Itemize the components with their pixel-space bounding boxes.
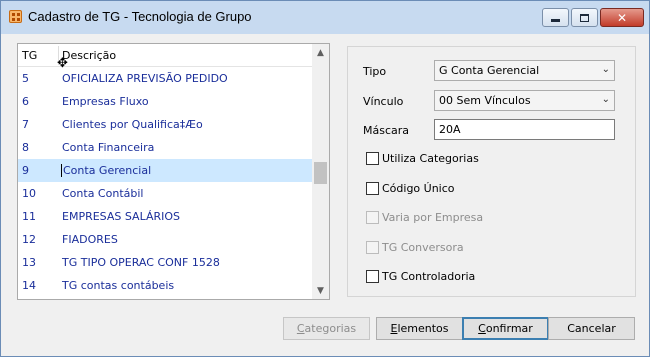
row-descricao-cell: Conta Financeira xyxy=(62,141,155,154)
tipo-label: Tipo xyxy=(363,65,387,78)
row-descricao-cell: Empresas Fluxo xyxy=(62,95,149,108)
categorias-accel: C xyxy=(296,322,305,335)
checkbox-box[interactable] xyxy=(366,270,379,283)
tipo-select[interactable]: G Conta Gerencial ⌄ xyxy=(434,60,615,81)
cancelar-label: Cancelar xyxy=(567,322,616,335)
checkbox-label: TG Conversora xyxy=(382,240,464,254)
categorias-button[interactable]: Categorias xyxy=(283,317,370,340)
checkbox-box[interactable] xyxy=(366,181,379,195)
chevron-down-icon: ⌄ xyxy=(601,64,610,75)
mascara-label: Máscara xyxy=(363,124,410,137)
row-tg-cell: 12 xyxy=(22,233,36,246)
maximize-icon xyxy=(580,13,589,22)
confirmar-label: onfirmar xyxy=(485,322,533,335)
row-descricao-cell: TG TIPO OPERAC CONF 1528 xyxy=(62,256,220,269)
dialog-window: Cadastro de TG - Tecnologia de Grupo ✕ T… xyxy=(0,0,650,357)
mascara-input[interactable]: 20A xyxy=(434,119,615,140)
vinculo-label: Vínculo xyxy=(363,95,404,108)
row-tg-cell: 9 xyxy=(22,164,29,177)
table-row[interactable]: 11 EMPRESAS SALÁRIOS xyxy=(18,205,312,228)
title-bar[interactable]: Cadastro de TG - Tecnologia de Grupo ✕ xyxy=(1,1,649,34)
row-descricao-cell: Conta Gerencial xyxy=(61,164,152,177)
checkbox-1[interactable]: Código Único xyxy=(366,181,455,195)
elementos-button[interactable]: Elementos xyxy=(376,317,463,340)
vinculo-select[interactable]: 00 Sem Vínculos ⌄ xyxy=(434,90,615,111)
close-button[interactable]: ✕ xyxy=(600,8,644,27)
table-row[interactable]: 14 TG contas contábeis xyxy=(18,274,312,297)
mascara-value: 20A xyxy=(439,123,461,136)
elementos-accel: E xyxy=(390,322,398,335)
close-icon: ✕ xyxy=(616,10,628,25)
row-tg-cell: 7 xyxy=(22,118,29,131)
table-row[interactable]: 13 TG TIPO OPERAC CONF 1528 xyxy=(18,251,312,274)
window-title: Cadastro de TG - Tecnologia de Grupo xyxy=(28,9,252,24)
list-header: TG Descrição ✥ xyxy=(18,44,312,71)
confirmar-accel: C xyxy=(478,322,486,335)
scroll-up-icon[interactable]: ▲ xyxy=(312,44,329,61)
table-row[interactable]: 6 Empresas Fluxo xyxy=(18,90,312,113)
row-tg-cell: 8 xyxy=(22,141,29,154)
checkbox-label: Código Único xyxy=(382,181,455,195)
scroll-thumb[interactable] xyxy=(314,162,327,184)
minimize-button[interactable] xyxy=(542,8,569,27)
minimize-icon xyxy=(551,19,560,22)
app-icon xyxy=(9,10,22,23)
vertical-scrollbar[interactable]: ▲ ▼ xyxy=(312,44,329,299)
checkbox-0[interactable]: Utiliza Categorias xyxy=(366,152,479,165)
row-tg-cell: 6 xyxy=(22,95,29,108)
scroll-down-icon[interactable]: ▼ xyxy=(312,282,329,299)
table-row[interactable]: 10 Conta Contábil xyxy=(18,182,312,205)
checkbox-label: Varia por Empresa xyxy=(382,211,484,224)
checkbox-label: Utiliza Categorias xyxy=(382,152,479,165)
table-row[interactable]: 12 FIADORES xyxy=(18,228,312,251)
row-descricao-cell: Clientes por Qualifica‡Æo xyxy=(62,118,203,131)
elementos-label: lementos xyxy=(397,322,449,335)
checkbox-box[interactable] xyxy=(366,152,379,165)
checkbox-box[interactable] xyxy=(366,240,379,254)
cancelar-button[interactable]: Cancelar xyxy=(548,317,635,340)
row-tg-cell: 13 xyxy=(22,256,36,269)
checkbox-box[interactable] xyxy=(366,211,379,224)
row-tg-cell: 10 xyxy=(22,187,36,200)
maximize-button[interactable] xyxy=(571,8,598,27)
table-row[interactable]: 5 OFICIALIZA PREVISÃO PEDIDO xyxy=(18,67,312,90)
row-tg-cell: 11 xyxy=(22,210,36,223)
checkbox-3[interactable]: TG Conversora xyxy=(366,240,464,254)
row-descricao-cell: EMPRESAS SALÁRIOS xyxy=(62,210,181,223)
row-tg-cell: 5 xyxy=(22,72,29,85)
table-row[interactable]: 8 Conta Financeira xyxy=(18,136,312,159)
column-header-descricao[interactable]: Descrição xyxy=(62,49,116,62)
row-descricao-cell: OFICIALIZA PREVISÃO PEDIDO xyxy=(62,72,228,85)
checkbox-4[interactable]: TG Controladoria xyxy=(366,270,475,283)
tipo-value: G Conta Gerencial xyxy=(439,64,540,77)
row-descricao-cell: TG contas contábeis xyxy=(62,279,175,292)
row-tg-cell: 14 xyxy=(22,279,36,292)
categorias-label: ategorias xyxy=(304,322,357,335)
table-row[interactable]: 7 Clientes por Qualifica‡Æo xyxy=(18,113,312,136)
chevron-down-icon: ⌄ xyxy=(601,94,610,105)
checkbox-label: TG Controladoria xyxy=(382,270,476,283)
column-header-tg[interactable]: TG xyxy=(22,49,37,62)
row-descricao-cell: Conta Contábil xyxy=(62,187,144,200)
row-descricao-cell: FIADORES xyxy=(62,233,118,246)
tg-list[interactable]: TG Descrição ✥ 5 OFICIALIZA PREVISÃO PEDI… xyxy=(17,43,330,300)
confirmar-button[interactable]: Confirmar xyxy=(462,317,549,340)
checkbox-2[interactable]: Varia por Empresa xyxy=(366,211,483,224)
properties-panel: Tipo G Conta Gerencial ⌄ Vínculo 00 Sem … xyxy=(347,46,636,297)
table-row[interactable]: 9 Conta Gerencial xyxy=(18,159,312,182)
vinculo-value: 00 Sem Vínculos xyxy=(439,94,531,107)
